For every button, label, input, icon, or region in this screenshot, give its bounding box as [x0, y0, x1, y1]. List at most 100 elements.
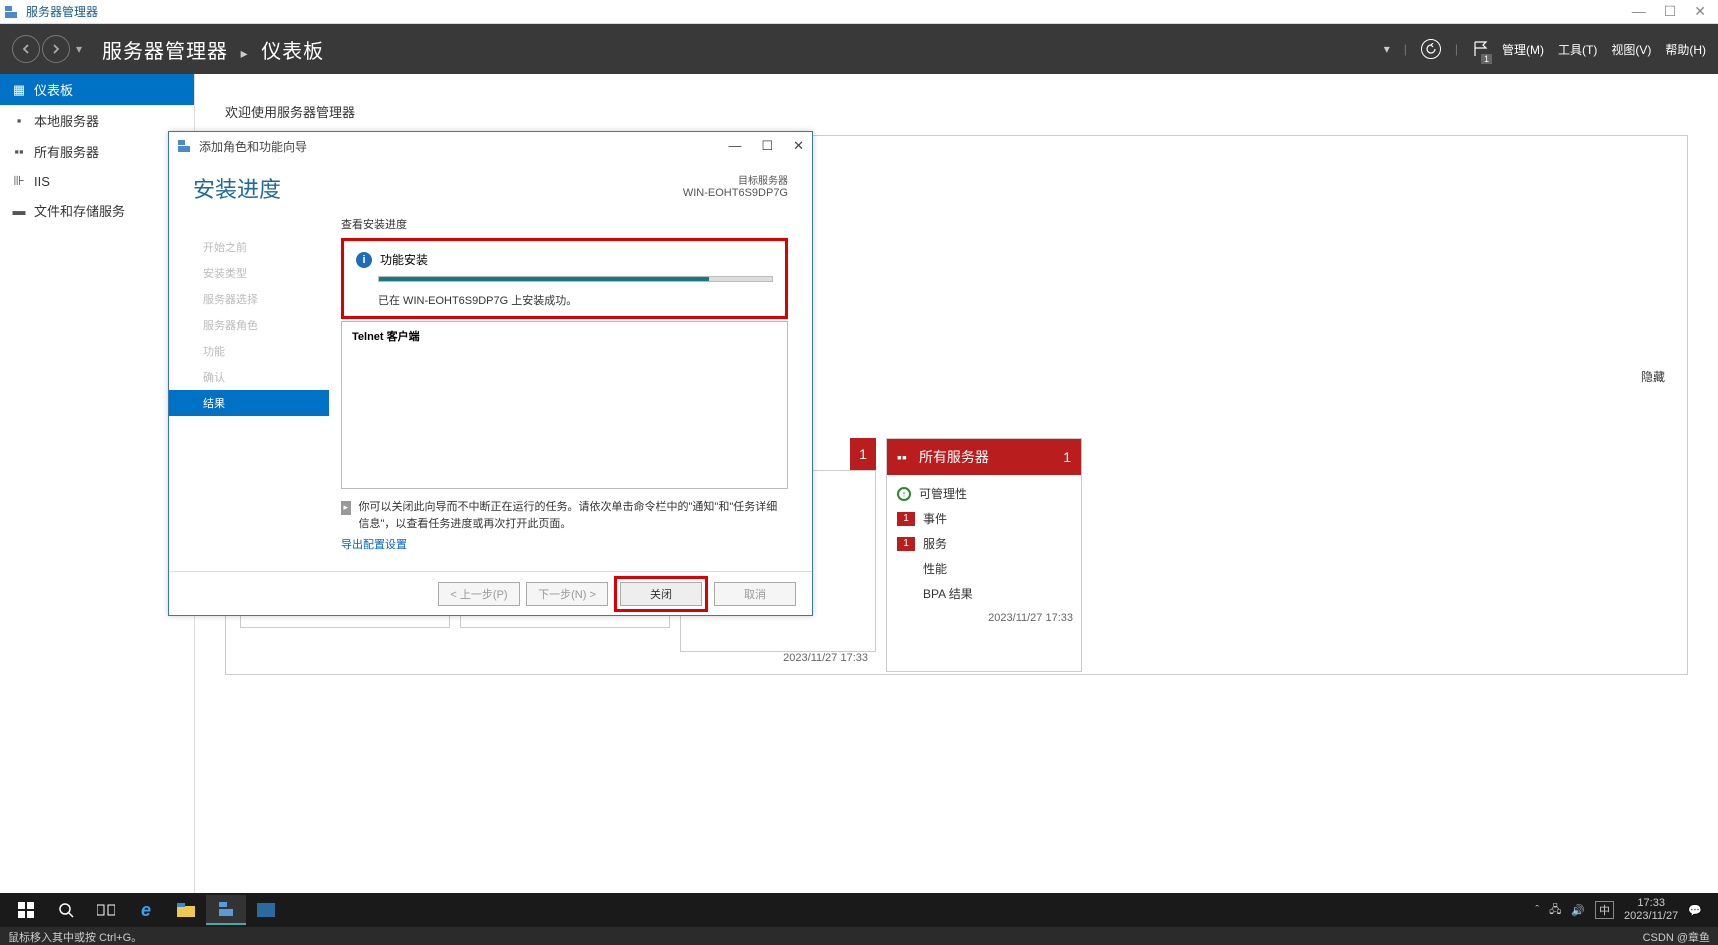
breadcrumb-page[interactable]: 仪表板 [261, 41, 324, 63]
tile-count: 1 [1063, 449, 1071, 465]
close-wizard-button[interactable]: 关闭 [620, 582, 702, 606]
tile-timestamp: 2023/11/27 17:33 [887, 612, 1081, 632]
breadcrumb-root[interactable]: 服务器管理器 [102, 41, 228, 63]
status-right: CSDN @章鱼 [1643, 929, 1710, 943]
info-row: i 功能安装 [356, 251, 773, 268]
wizard-step-type: 安装类型 [193, 260, 333, 286]
status-line: 鼠标移入其中或按 Ctrl+G。 CSDN @章鱼 [0, 927, 1718, 945]
tile-row-manageability[interactable]: ↑ 可管理性 [897, 481, 1071, 506]
search-button[interactable] [46, 895, 86, 925]
sidebar-item-local-server[interactable]: ▪ 本地服务器 [0, 105, 194, 136]
wizard-dialog: 添加角色和功能向导 — ☐ ✕ 安装进度 目标服务器 WIN-EOHT6S9DP… [168, 131, 813, 616]
server-icon: ▪ [12, 113, 26, 128]
sidebar-item-label: 本地服务器 [34, 111, 99, 130]
app-taskbar-icon[interactable] [246, 895, 286, 925]
row-label: 服务 [923, 535, 947, 552]
wizard-main: 查看安装进度 i 功能安装 已在 WIN-EOHT6S9DP7G 上安装成功。 … [333, 214, 788, 558]
nav-dropdown-icon[interactable]: ▾ [76, 42, 82, 56]
network-icon[interactable]: 🖧 [1549, 901, 1561, 920]
next-button: 下一步(N) > [526, 582, 608, 606]
highlight-box-close: 关闭 [614, 576, 708, 612]
wizard-step-features: 功能 [193, 338, 333, 364]
explorer-icon[interactable] [166, 895, 206, 925]
dropdown-icon[interactable]: ▾ [1384, 42, 1390, 56]
wizard-footer: < 上一步(P) 下一步(N) > 关闭 取消 [169, 571, 812, 615]
ime-indicator[interactable]: 中 [1595, 901, 1614, 919]
menu-help[interactable]: 帮助(H) [1665, 41, 1706, 58]
sidebar-item-iis[interactable]: ⊪ IIS [0, 167, 194, 195]
separator: | [1404, 42, 1407, 56]
welcome-heading: 欢迎使用服务器管理器 [225, 94, 1688, 135]
sidebar-item-label: 文件和存储服务 [34, 201, 125, 220]
refresh-icon[interactable] [1421, 39, 1441, 59]
server-manager-taskbar-icon[interactable] [206, 895, 246, 925]
feature-results-box: Telnet 客户端 [341, 321, 788, 489]
note-text: 你可以关闭此向导而不中断正在运行的任务。请依次单击命令栏中的"通知"和"任务详细… [359, 499, 788, 532]
menu-manage[interactable]: 管理(M) [1502, 41, 1544, 58]
wizard-window-controls: — ☐ ✕ [728, 138, 804, 154]
error-badge: 1 [897, 512, 915, 526]
wizard-step-server: 服务器选择 [193, 286, 333, 312]
wizard-heading-text: 安装进度 [193, 172, 281, 204]
close-button[interactable]: ✕ [1694, 3, 1706, 20]
nav-forward-button[interactable] [42, 35, 70, 63]
tile-header: ▪▪ 所有服务器 1 [887, 439, 1081, 475]
wizard-icon [177, 138, 193, 154]
sidebar-item-all-servers[interactable]: ▪▪ 所有服务器 [0, 136, 194, 167]
target-label: 目标服务器 [683, 172, 788, 187]
ie-icon[interactable]: e [126, 895, 166, 925]
app-icon [4, 4, 20, 20]
tile-row-bpa[interactable]: BPA 结果 [897, 581, 1071, 606]
action-center-icon[interactable]: 💬 [1688, 904, 1702, 917]
install-success-message: 已在 WIN-EOHT6S9DP7G 上安装成功。 [378, 292, 773, 308]
sidebar-item-dashboard[interactable]: ▦ 仪表板 [0, 74, 194, 105]
tile-row-services[interactable]: 1 服务 [897, 531, 1071, 556]
export-config-link[interactable]: 导出配置设置 [341, 536, 407, 552]
task-view-button[interactable] [86, 895, 126, 925]
sidebar: ▦ 仪表板 ▪ 本地服务器 ▪▪ 所有服务器 ⊪ IIS ▬ 文件和存储服务 ▸ [0, 74, 195, 945]
taskbar-clock[interactable]: 17:33 2023/11/27 [1624, 897, 1678, 923]
tile-badge: 1 [850, 438, 876, 470]
window-controls: — ☐ ✕ [1632, 3, 1706, 20]
wizard-step-before: 开始之前 [193, 234, 333, 260]
nav-arrows: ▾ [12, 35, 82, 63]
wizard-titlebar[interactable]: 添加角色和功能向导 — ☐ ✕ [169, 132, 812, 160]
sidebar-item-file-storage[interactable]: ▬ 文件和存储服务 ▸ [0, 195, 194, 226]
status-left: 鼠标移入其中或按 Ctrl+G。 [8, 929, 142, 943]
minimize-button[interactable]: — [1632, 3, 1646, 20]
window-titlebar: 服务器管理器 — ☐ ✕ [0, 0, 1718, 24]
row-label: 事件 [923, 510, 947, 527]
notifications-flag-icon[interactable]: 1 [1472, 40, 1488, 58]
info-title: 功能安装 [380, 251, 428, 268]
start-button[interactable] [6, 895, 46, 925]
tile-all-servers[interactable]: ▪▪ 所有服务器 1 ↑ 可管理性 1 事件 1 服务 性能 [886, 438, 1082, 672]
wizard-heading: 安装进度 目标服务器 WIN-EOHT6S9DP7G [169, 160, 812, 208]
row-label: 可管理性 [919, 485, 967, 502]
taskbar: e ˆ 🖧 🔊 中 17:33 2023/11/27 💬 [0, 893, 1718, 927]
progress-bar [378, 276, 773, 282]
wizard-close-button[interactable]: ✕ [793, 138, 804, 154]
header-right: ▾ | | 1 管理(M) 工具(T) 视图(V) 帮助(H) [1384, 39, 1706, 59]
notifications-badge: 1 [1481, 54, 1492, 64]
clock-time: 17:33 [1624, 897, 1678, 910]
tile-row-performance[interactable]: 性能 [897, 556, 1071, 581]
separator: | [1455, 42, 1458, 56]
sidebar-item-label: 所有服务器 [34, 142, 99, 161]
wizard-title: 添加角色和功能向导 [199, 138, 728, 155]
menu-view[interactable]: 视图(V) [1611, 41, 1651, 58]
wizard-minimize-button[interactable]: — [728, 138, 741, 154]
volume-icon[interactable]: 🔊 [1571, 904, 1585, 917]
hide-link[interactable]: 隐藏 [1641, 368, 1665, 385]
menu-tools[interactable]: 工具(T) [1558, 41, 1597, 58]
storage-icon: ▬ [12, 203, 26, 218]
flag-icon: ▸ [341, 501, 351, 515]
tile-row-events[interactable]: 1 事件 [897, 506, 1071, 531]
note-row: ▸ 你可以关闭此向导而不中断正在运行的任务。请依次单击命令栏中的"通知"和"任务… [341, 499, 788, 532]
nav-back-button[interactable] [12, 35, 40, 63]
maximize-button[interactable]: ☐ [1664, 3, 1677, 20]
wizard-step-confirm: 确认 [193, 364, 333, 390]
sidebar-item-label: 仪表板 [34, 80, 73, 99]
sidebar-item-label: IIS [34, 174, 50, 189]
tray-chevron-icon[interactable]: ˆ [1535, 904, 1539, 916]
wizard-maximize-button[interactable]: ☐ [761, 138, 773, 154]
